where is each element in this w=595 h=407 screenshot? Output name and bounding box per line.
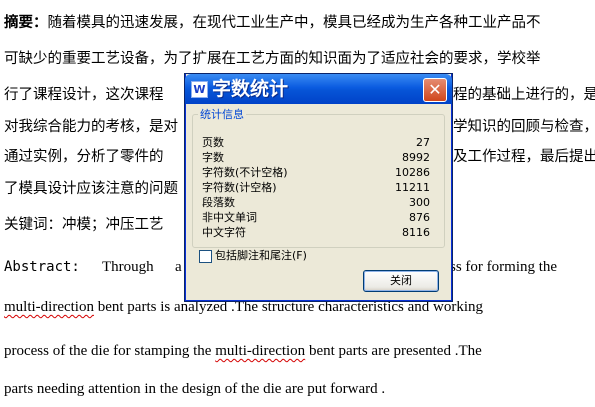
abstract-line-6-left: 了模具设计应该注意的问题 (4, 181, 178, 197)
en-text: process of the die for stamping the (4, 343, 216, 359)
en-text: bent parts are presented .The (305, 343, 482, 359)
stat-row-chars-with-spaces: 字符数(计空格) 11211 (202, 181, 430, 194)
stat-row-chinese-chars: 中文字符 8116 (202, 226, 430, 239)
word-doc-icon: W (191, 81, 208, 98)
stat-value: 10286 (395, 166, 430, 179)
stat-label: 段落数 (202, 196, 235, 209)
abstract-label: 摘要： (4, 14, 48, 31)
dialog-titlebar[interactable]: W 字数统计 ✕ (185, 74, 452, 104)
stat-label: 页数 (202, 136, 224, 149)
stat-value: 8116 (402, 226, 430, 239)
dialog-title: 字数统计 (212, 78, 289, 100)
abstract-line-2: 可缺少的重要工艺设备，为了扩展在工艺方面的知识面为了适应社会的要求，学校举 (4, 51, 541, 67)
stat-row-pages: 页数 27 (202, 136, 430, 149)
en-text: bent parts is analyzed .The structure ch… (93, 299, 484, 315)
stats-group-label: 统计信息 (198, 108, 246, 121)
close-icon[interactable]: ✕ (423, 78, 447, 102)
abstract-line-1: 摘要：随着模具的迅速发展，在现代工业生产中，模具已经成为生产各种工业产品不 (4, 14, 541, 32)
abstract-line-4-right: 学知识的回顾与检查， (453, 119, 595, 135)
spellcheck-word[interactable]: multi-direction (215, 343, 305, 359)
abstract-line-3-right: 程的基础上进行的，是 (453, 87, 595, 103)
stat-label: 字符数(不计空格) (202, 166, 288, 179)
abstract-en-line-3: process of the die for stamping the mult… (4, 342, 482, 360)
stat-label: 中文字符 (202, 226, 246, 239)
abstract-text: 随着模具的迅速发展，在现代工业生产中，模具已经成为生产各种工业产品不 (47, 15, 541, 31)
include-footnotes-label[interactable]: 包括脚注和尾注(F) (215, 249, 307, 262)
keywords-line: 关键词：冲模；冲压工艺 (4, 217, 164, 233)
stat-label: 字数 (202, 151, 224, 164)
abstract-en-label: Abstract: (4, 259, 80, 275)
include-footnotes-checkbox[interactable] (199, 250, 212, 263)
stat-value: 11211 (395, 181, 430, 194)
stat-row-words: 字数 8992 (202, 151, 430, 164)
stat-value: 876 (409, 211, 430, 224)
abstract-en-line-4: parts needing attention in the design of… (4, 381, 386, 397)
abstract-line-5-left: 通过实例，分析了零件的 (4, 149, 164, 165)
stat-value: 27 (416, 136, 430, 149)
stat-value: 8992 (402, 151, 430, 164)
abstract-en-right: ss for forming the (450, 259, 558, 275)
abstract-en-word: Through (102, 259, 154, 275)
word-count-dialog: W 字数统计 ✕ 统计信息 页数 27 字数 8992 字符数(不计空格) 10… (185, 74, 452, 301)
stat-row-non-chinese-words: 非中文单词 876 (202, 211, 430, 224)
stat-row-chars-no-spaces: 字符数(不计空格) 10286 (202, 166, 430, 179)
stat-label: 字符数(计空格) (202, 181, 277, 194)
stat-label: 非中文单词 (202, 211, 257, 224)
abstract-en-a: a (175, 259, 182, 275)
abstract-line-4-left: 对我综合能力的考核，是对 (4, 119, 178, 135)
close-button[interactable]: 关闭 (363, 270, 439, 292)
stat-value: 300 (409, 196, 430, 209)
spellcheck-word[interactable]: multi-direction (4, 299, 94, 315)
abstract-line-5-right: 及工作过程，最后提出 (453, 149, 595, 165)
stat-row-paragraphs: 段落数 300 (202, 196, 430, 209)
abstract-line-3-left: 行了课程设计，这次课程 (4, 87, 164, 103)
